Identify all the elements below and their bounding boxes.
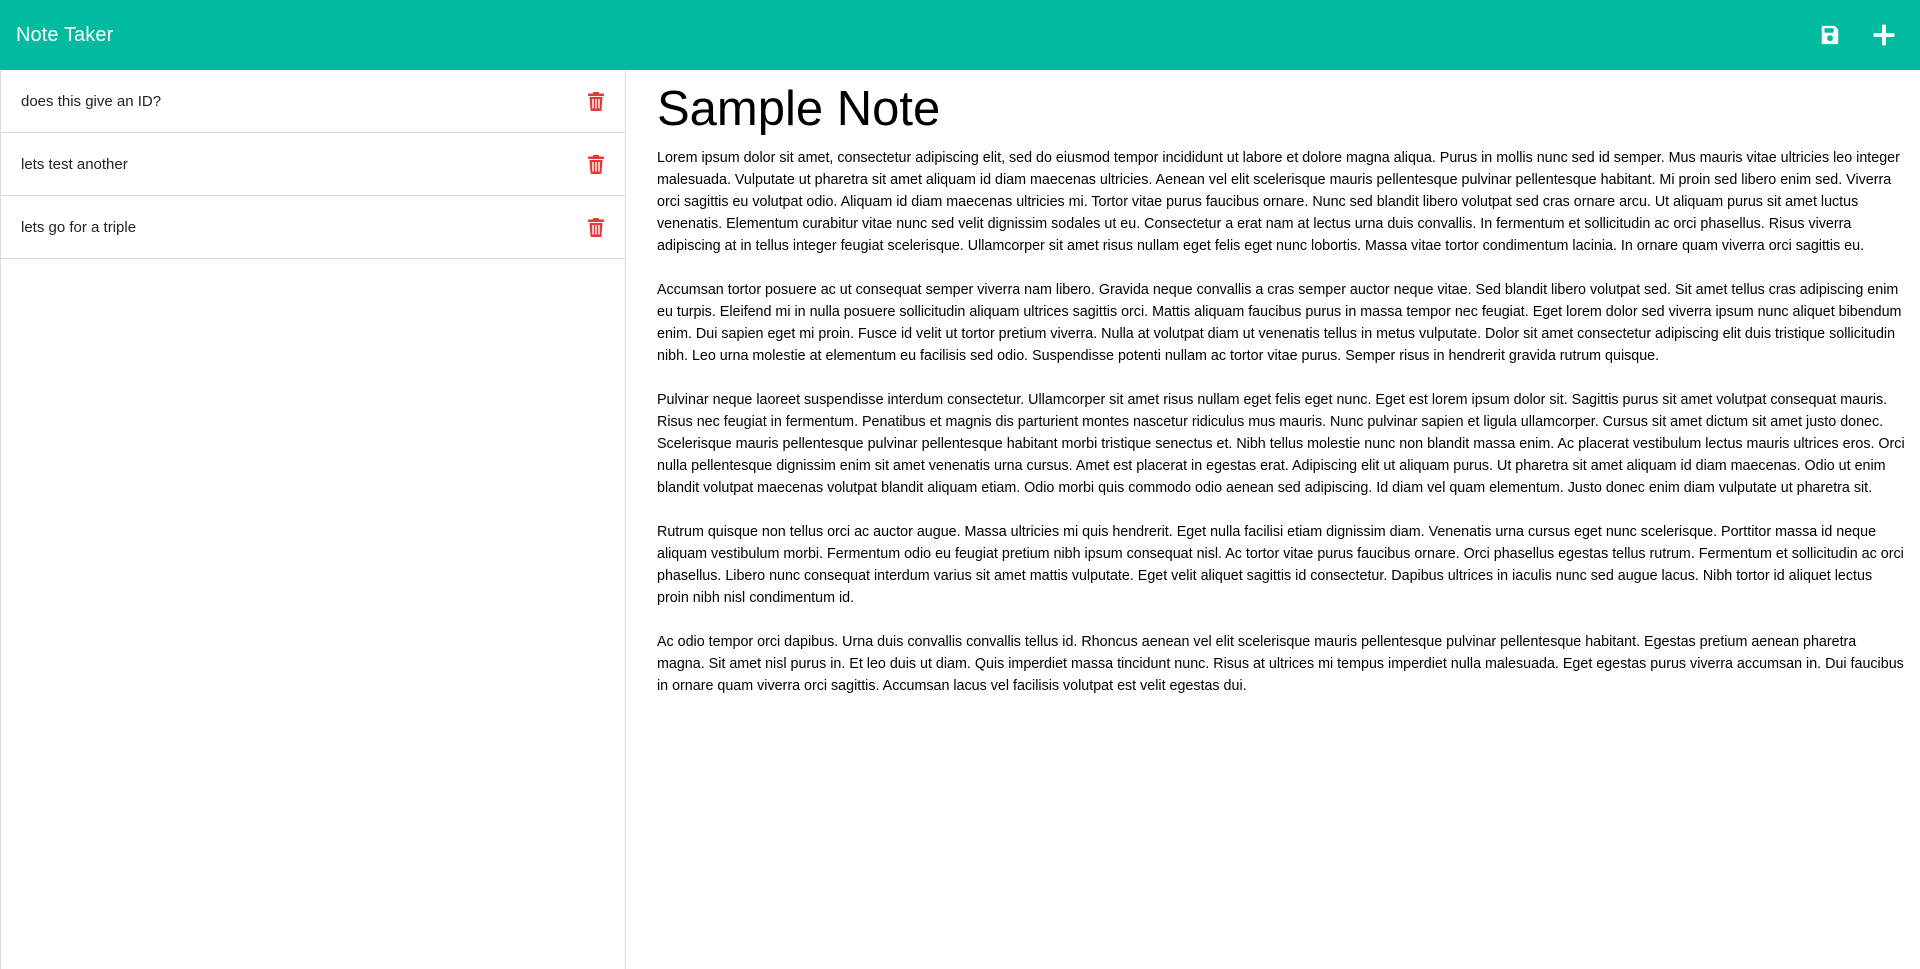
note-item-title: lets go for a triple <box>21 218 137 236</box>
note-paragraph: Rutrum quisque non tellus orci ac auctor… <box>657 523 1904 606</box>
note-body-textarea[interactable]: Lorem ipsum dolor sit amet, consectetur … <box>657 147 1906 697</box>
floppy-disk-icon <box>1821 25 1839 45</box>
note-paragraph: Pulvinar neque laoreet suspendisse inter… <box>657 391 1905 496</box>
delete-note-button[interactable] <box>585 153 607 175</box>
app-title[interactable]: Note Taker <box>16 24 113 47</box>
plus-icon <box>1873 24 1895 46</box>
note-list-item[interactable]: lets test another <box>1 133 625 196</box>
trash-icon <box>588 154 604 174</box>
note-paragraph: Lorem ipsum dolor sit amet, consectetur … <box>657 149 1900 254</box>
delete-note-button[interactable] <box>585 90 607 112</box>
navbar: Note Taker <box>0 0 1920 70</box>
note-item-title: does this give an ID? <box>21 92 162 110</box>
delete-note-button[interactable] <box>585 216 607 238</box>
new-note-button[interactable] <box>1869 20 1899 50</box>
note-list: does this give an ID? lets test another <box>0 70 626 969</box>
toolbar <box>1815 20 1899 50</box>
trash-icon <box>588 91 604 111</box>
trash-icon <box>588 217 604 237</box>
note-paragraph: Accumsan tortor posuere ac ut consequat … <box>657 281 1902 364</box>
save-note-button[interactable] <box>1815 20 1845 50</box>
note-list-item[interactable]: does this give an ID? <box>1 70 625 133</box>
note-editor: Sample Note Lorem ipsum dolor sit amet, … <box>627 70 1920 969</box>
note-title-input[interactable]: Sample Note <box>657 80 1906 139</box>
note-item-title: lets test another <box>21 155 128 173</box>
note-paragraph: Ac odio tempor orci dapibus. Urna duis c… <box>657 633 1904 694</box>
note-list-item[interactable]: lets go for a triple <box>1 196 625 259</box>
